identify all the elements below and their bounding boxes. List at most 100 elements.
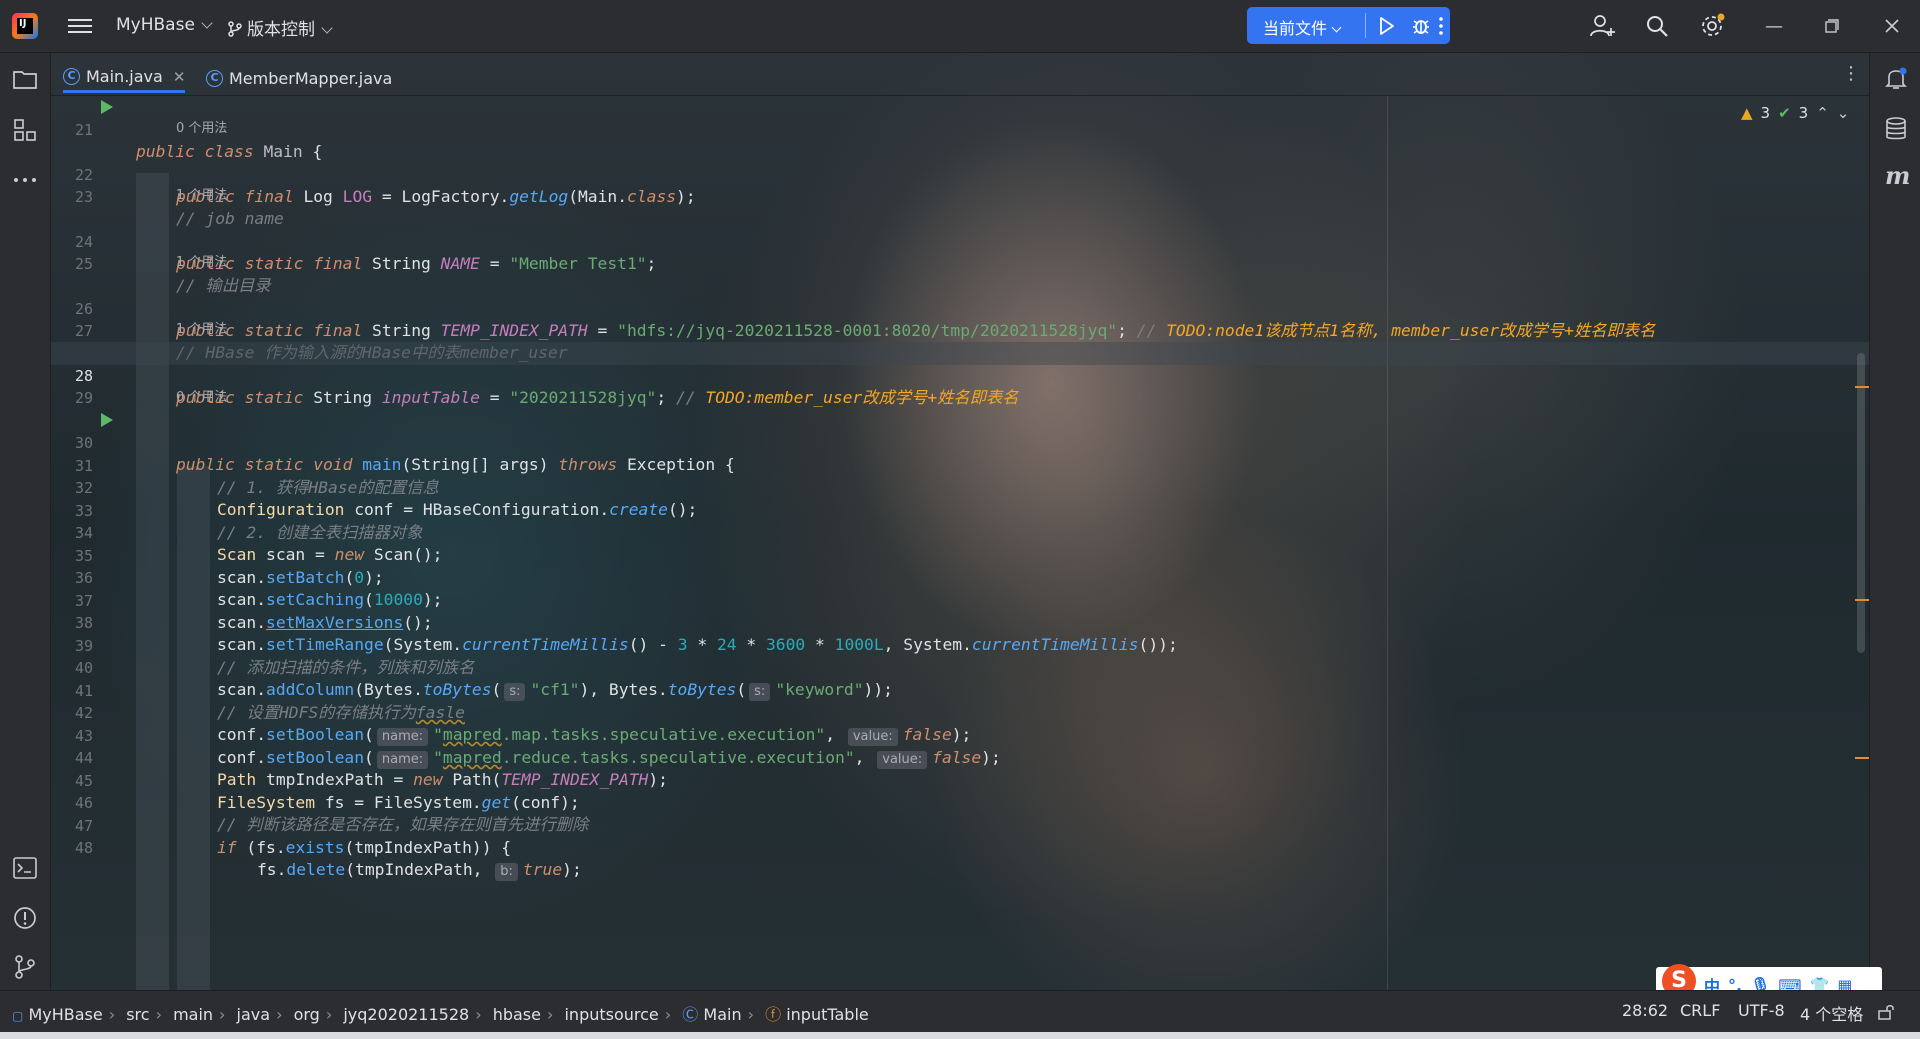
chevron-down-icon [321,22,333,34]
breadcrumb-item[interactable]: src [126,1005,149,1024]
breadcrumb-item[interactable]: java [237,1005,271,1024]
branch-icon [228,21,242,37]
code-line: 43 conf.setBoolean(name: "mapred.reduce.t… [51,702,1869,769]
code-line: 31 // 1. 获得HBase的配置信息 [51,432,1869,498]
code-line: 40 scan.addColumn(Bytes.toBytes(s: "cf1")… [51,634,1869,701]
breadcrumb-item[interactable]: Main [703,1005,741,1024]
breadcrumb-item[interactable]: inputTable [786,1005,869,1024]
file-encoding[interactable]: UTF-8 [1738,1001,1785,1020]
title-bar: IJ MyHBase 版本控制 当前文件 — [0,0,1920,53]
usage-hint[interactable]: 1 个用法 [176,252,227,275]
line-separator[interactable]: CRLF [1680,1001,1720,1020]
notifications-bell-icon[interactable] [1884,67,1908,91]
add-user-icon[interactable] [1590,14,1616,38]
code-line: 36 scan.setCaching(10000); [51,544,1869,610]
breadcrumb-item[interactable]: jyq2020211528 [343,1005,469,1024]
restore-icon[interactable] [1825,19,1839,33]
usage-hint[interactable]: 1 个用法 [176,319,227,342]
line-number: 23 [74,187,93,206]
right-tool-strip: m [1869,53,1920,990]
editor-pane: C Main.java ✕ C MemberMapper.java ⋮ ▲ 3 ✔ 3 ⌃… [51,53,1869,990]
indent-setting[interactable]: 4 个空格 [1800,1001,1863,1025]
tab-label: MemberMapper.java [229,68,393,88]
usage-hint[interactable]: 0 个用法 [176,387,227,410]
breadcrumb-item[interactable]: main [173,1005,213,1024]
run-gutter-icon[interactable] [101,100,113,114]
project-selector[interactable]: MyHBase [116,15,213,35]
todo-marker[interactable] [1855,386,1869,388]
code-line: 22 public final Log LOG = LogFactory.get… [51,141,1869,207]
left-tool-strip [0,53,51,990]
close-tab-icon[interactable]: ✕ [173,68,186,86]
java-class-icon: C [206,69,223,87]
problems-icon[interactable] [13,906,37,930]
code-line: 42 conf.setBoolean(name: "mapred.map.task… [51,679,1869,746]
structure-icon[interactable] [14,119,36,141]
line-number: 21 [74,120,93,139]
run-toolbar: 当前文件 [1247,7,1450,44]
breadcrumb-item[interactable]: MyHBase [28,1005,102,1024]
main-menu-icon[interactable] [68,15,92,37]
database-icon[interactable] [1885,117,1907,141]
editor-tab-bar: C Main.java ✕ C MemberMapper.java ⋮ [51,53,1869,96]
vcs-label: 版本控制 [247,20,315,40]
code-line: 24 public static final String NAME = "Me… [51,208,1869,274]
line-number: 25 [74,254,93,273]
code-line: 23 // job name [51,163,1869,229]
close-icon[interactable] [1884,18,1900,34]
code-line: 35 scan.setBatch(0); [51,522,1869,588]
usage-hint[interactable]: 0 个用法 [176,118,227,141]
breadcrumb-item[interactable]: inputsource [564,1005,658,1024]
code-line: 30 public static void main(String[] args… [51,409,1869,474]
field-icon: ⓕ [765,1005,782,1024]
code-line: 38 scan.setTimeRange(System.currentTimeM… [51,589,1869,655]
warning-marker[interactable] [1855,757,1869,759]
todo-comment: TODO:node1该成节点1名称, member_user改成学号+姓名即表名 [1166,321,1656,340]
caret-position[interactable]: 28:62 [1622,1001,1668,1020]
warning-marker[interactable] [1855,599,1869,601]
chevron-down-icon [201,17,213,29]
tab-member-mapper-java[interactable]: C MemberMapper.java [206,63,392,93]
module-icon: ▢ [12,1009,24,1023]
breadcrumb-item[interactable]: hbase [493,1005,541,1024]
code-line: 33 // 2. 创建全表扫描器对象 [51,477,1869,543]
code-line: 39 // 添加扫描的条件，列族和列族名 [51,612,1869,678]
vertical-scrollbar[interactable] [1857,353,1865,653]
code-line: 37 scan.setMaxVersions(); [51,567,1869,633]
code-line: 46 // 判断该路径是否存在，如果存在则首先进行删除 [51,769,1869,835]
more-horizontal-icon[interactable] [13,177,37,183]
status-bar: ▢ MyHBase › src › main › java › org › jyq2020… [0,990,1920,1032]
intellij-logo-icon[interactable]: IJ [12,13,38,39]
line-number: 29 [74,388,93,407]
run-gutter-icon[interactable] [101,413,113,427]
divider [1365,13,1366,38]
code-line: 27 // HBase 作为输入源的HBase中的表member_user [51,297,1869,363]
maven-icon[interactable]: m [1885,161,1910,190]
breadcrumb-item[interactable]: org [294,1005,320,1024]
terminal-icon[interactable] [13,857,37,879]
debug-icon[interactable] [1411,16,1431,36]
git-icon[interactable] [14,955,36,979]
code-line: 45 FileSystem fs = FileSystem.get(conf); [51,747,1869,813]
minimize-icon[interactable]: — [1765,16,1783,37]
run-icon[interactable] [1379,17,1395,35]
vcs-selector[interactable]: 版本控制 [228,15,333,40]
taskbar-edge [0,1032,1920,1039]
settings-gear-icon[interactable] [1700,12,1726,38]
search-icon[interactable] [1645,14,1669,38]
project-name: MyHBase [116,15,195,35]
java-class-icon: Ⓒ [682,1005,699,1024]
code-line: 34 Scan scan = new Scan(); [51,499,1869,565]
line-number: 48 [74,838,93,857]
code-line: 32 Configuration conf = HBaseConfigurati… [51,454,1869,520]
tab-label: Main.java [86,67,163,86]
todo-comment: TODO:member_user改成学号+姓名即表名 [705,388,1019,407]
tab-main-java[interactable]: C Main.java ✕ [63,63,186,93]
more-vertical-icon[interactable]: ⋮ [1842,63,1860,84]
lock-icon[interactable] [1877,1004,1895,1020]
folder-icon[interactable] [13,69,37,89]
usage-hint[interactable]: 1 个用法 [176,185,227,208]
line-number: 27 [74,321,93,340]
more-vertical-icon[interactable] [1438,16,1444,36]
run-config-selector[interactable]: 当前文件 [1263,15,1342,39]
